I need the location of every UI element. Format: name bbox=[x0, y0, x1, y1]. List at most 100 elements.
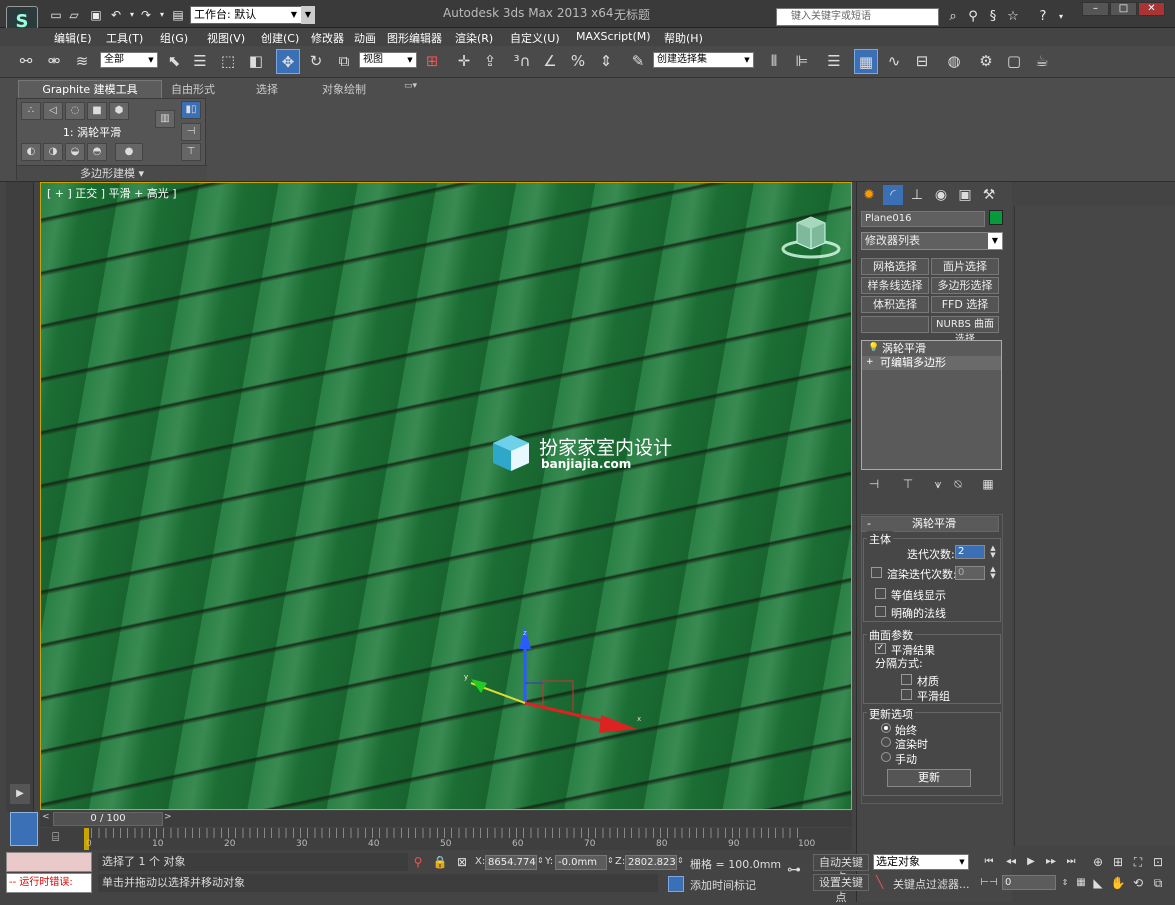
object-color-swatch[interactable] bbox=[989, 210, 1003, 225]
next-modifier-icon[interactable]: ◑ bbox=[43, 143, 63, 161]
communication-center-icon[interactable]: ⚲ bbox=[964, 8, 982, 26]
select-object-icon[interactable]: ⬉ bbox=[162, 49, 186, 74]
add-time-tag[interactable]: 添加时间标记 bbox=[690, 877, 756, 893]
spinner-arrows-icon[interactable]: ⇕ bbox=[537, 856, 544, 865]
menu-graph-editors[interactable]: 图形编辑器 bbox=[387, 30, 442, 46]
favorites-star-icon[interactable]: ☆ bbox=[1004, 8, 1022, 26]
zoom-extents-all-icon[interactable]: ⊡ bbox=[1150, 854, 1166, 870]
render-time-radio[interactable] bbox=[881, 737, 891, 747]
smoothing-groups-checkbox[interactable] bbox=[901, 689, 912, 700]
play-icon[interactable]: ▶ bbox=[1022, 854, 1040, 870]
graphite-toggle-icon[interactable]: ▦ bbox=[854, 49, 878, 74]
rendered-frame-window-icon[interactable]: ▢ bbox=[1002, 49, 1026, 74]
modify-tab-icon[interactable]: ◜ bbox=[883, 185, 903, 205]
quick-access-customize-icon[interactable]: ▼ bbox=[301, 6, 315, 24]
manual-radio[interactable] bbox=[881, 752, 891, 762]
next-frame-icon[interactable]: ▸▸ bbox=[1042, 854, 1060, 870]
maxscript-error-line[interactable]: -- 运行时错误: bbox=[6, 873, 92, 893]
tab-freeform[interactable]: 自由形式 bbox=[171, 81, 215, 97]
key-icon[interactable]: ⊶ bbox=[782, 862, 806, 880]
viewport-layouts-tab[interactable] bbox=[10, 812, 38, 846]
spline-select-button[interactable]: 样条线选择 bbox=[861, 277, 929, 294]
rollout-header[interactable]: - 涡轮平滑 bbox=[861, 516, 999, 532]
spinner-arrows-icon[interactable]: ⇕ bbox=[607, 856, 614, 865]
time-slider-handle[interactable]: 0 / 100 bbox=[53, 812, 163, 826]
align-icon[interactable]: ⊫ bbox=[790, 49, 814, 74]
viewport-label[interactable]: [ + ] 正交 ] 平滑 + 高光 ] bbox=[47, 185, 177, 201]
isolate-selection-icon[interactable]: ⚲ bbox=[410, 854, 426, 870]
time-configuration-icon[interactable]: ▦ bbox=[1072, 875, 1090, 891]
material-checkbox[interactable] bbox=[901, 674, 912, 685]
reference-coordinate-dropdown[interactable]: 视图 ▼ bbox=[359, 52, 417, 68]
previous-frame-icon[interactable]: ◂◂ bbox=[1002, 854, 1020, 870]
time-tag-icon[interactable] bbox=[668, 876, 684, 892]
menu-animation[interactable]: 动画 bbox=[354, 30, 376, 46]
maximize-viewport-icon[interactable]: ⧉ bbox=[1150, 875, 1166, 891]
use-displace-icon[interactable]: ⊣ bbox=[181, 123, 201, 141]
empty-modifier-button[interactable] bbox=[861, 316, 929, 333]
help-icon[interactable]: ? bbox=[1034, 8, 1052, 26]
show-end-result-icon[interactable]: ⊤ bbox=[899, 476, 917, 492]
y-coordinate-field[interactable]: -0.0mm bbox=[555, 855, 607, 870]
mirror-icon[interactable]: ⫴ bbox=[762, 49, 786, 74]
slider-left-arrow-icon[interactable]: < bbox=[42, 812, 50, 822]
orbit-icon[interactable]: ⟲ bbox=[1130, 875, 1146, 891]
keyboard-shortcut-override-icon[interactable]: ⇪ bbox=[478, 49, 502, 74]
goto-start-icon[interactable]: ⏮ bbox=[980, 854, 998, 870]
menu-edit[interactable]: 编辑(E) bbox=[54, 30, 92, 46]
expand-panel-icon[interactable]: ▶ bbox=[10, 784, 30, 804]
patch-select-button[interactable]: 面片选择 bbox=[931, 258, 999, 275]
nurbs-surface-select-button[interactable]: NURBS 曲面选择 bbox=[931, 316, 999, 345]
tab-object-paint[interactable]: 对象绘制 bbox=[322, 81, 366, 97]
binoculars-icon[interactable]: ⌕ bbox=[944, 8, 962, 26]
edit-poly-mode-icon[interactable]: ▮▯ bbox=[181, 101, 201, 119]
snaps-toggle-icon[interactable]: ³∩ bbox=[510, 49, 534, 74]
show-end-result-icon[interactable]: ● bbox=[115, 143, 143, 161]
menu-tools[interactable]: 工具(T) bbox=[106, 30, 143, 46]
menu-maxscript[interactable]: MAXScript(M) bbox=[576, 30, 651, 43]
border-icon[interactable]: ◌ bbox=[65, 102, 85, 120]
pan-icon[interactable]: ✋ bbox=[1110, 875, 1126, 891]
curve-editor-icon[interactable]: ∿ bbox=[882, 49, 906, 74]
minimize-button[interactable]: – bbox=[1082, 2, 1109, 16]
render-iters-checkbox[interactable] bbox=[871, 567, 882, 578]
utilities-tab-icon[interactable]: ⚒ bbox=[979, 185, 999, 205]
render-iters-spinner[interactable]: 0 bbox=[955, 566, 985, 580]
menu-create[interactable]: 创建(C) bbox=[261, 30, 299, 46]
preserve-uvs-icon[interactable]: ◒ bbox=[65, 143, 85, 161]
iterations-spinner[interactable]: 2 bbox=[955, 545, 985, 559]
spinner-snap-icon[interactable]: ⇕ bbox=[594, 49, 618, 74]
select-and-rotate-icon[interactable]: ↻ bbox=[304, 49, 328, 74]
stack-item-turbosmooth[interactable]: 💡 涡轮平滑 bbox=[862, 342, 1001, 356]
mesh-select-button[interactable]: 网格选择 bbox=[861, 258, 929, 275]
new-file-icon[interactable]: ▭ bbox=[48, 7, 64, 23]
ffd-select-button[interactable]: FFD 选择 bbox=[931, 296, 999, 313]
update-button[interactable]: 更新 bbox=[887, 769, 971, 787]
project-folder-icon[interactable]: ▤ bbox=[170, 7, 186, 23]
spinner-arrows-icon[interactable]: ⇕ bbox=[677, 856, 684, 865]
object-name-field[interactable]: Plane016 bbox=[861, 211, 985, 227]
spinner-arrows-icon[interactable]: ▲ ▼ bbox=[989, 545, 997, 559]
configure-modifier-sets-icon[interactable]: ▦ bbox=[979, 476, 997, 492]
redo-dropdown-icon[interactable]: ▾ bbox=[154, 7, 170, 23]
make-unique-icon[interactable]: ⩛ bbox=[929, 476, 947, 492]
menu-modifiers[interactable]: 修改器 bbox=[311, 30, 344, 46]
render-production-icon[interactable]: ☕ bbox=[1030, 49, 1054, 74]
ribbon-options-icon[interactable]: ▭▾ bbox=[404, 81, 417, 97]
lightbulb-icon[interactable]: 💡 bbox=[868, 343, 879, 353]
viewport[interactable]: [ + ] 正交 ] 平滑 + 高光 ] 扮家家室内设计 banjiajia.c… bbox=[40, 182, 852, 810]
previous-modifier-icon[interactable]: ◐ bbox=[21, 143, 41, 161]
poly-select-button[interactable]: 多边形选择 bbox=[931, 277, 999, 294]
open-file-icon[interactable]: ▱ bbox=[66, 7, 82, 23]
material-editor-icon[interactable]: ◍ bbox=[942, 49, 966, 74]
workspace-dropdown[interactable]: 工作台: 默认 ▼ bbox=[190, 6, 302, 24]
schematic-view-icon[interactable]: ⊟ bbox=[910, 49, 934, 74]
named-selection-dropdown[interactable]: 创建选择集 ▼ bbox=[653, 52, 754, 68]
explicit-normals-checkbox[interactable] bbox=[875, 606, 886, 617]
selection-filter-dropdown[interactable]: 全部 ▼ bbox=[100, 52, 158, 68]
angle-snap-icon[interactable]: ∠ bbox=[538, 49, 562, 74]
create-tab-icon[interactable]: ✹ bbox=[859, 185, 879, 205]
rectangular-selection-icon[interactable]: ⬚ bbox=[216, 49, 240, 74]
viewcube-icon[interactable] bbox=[781, 213, 841, 259]
select-and-scale-icon[interactable]: ⧉ bbox=[332, 49, 356, 74]
